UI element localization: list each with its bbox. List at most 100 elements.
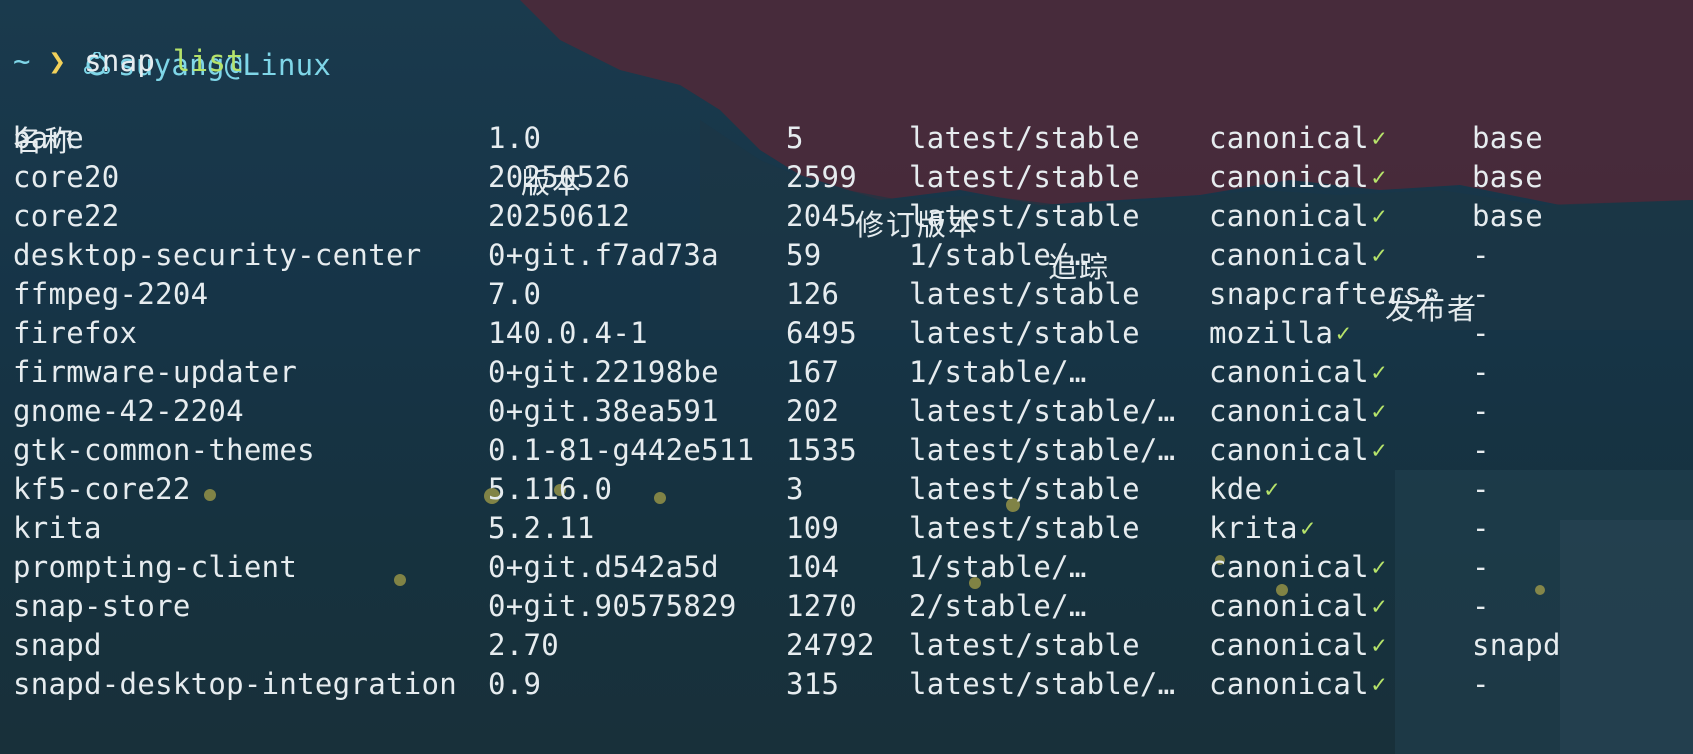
cell-version: 1.0 — [488, 121, 542, 155]
cell-revision: 1270 — [786, 589, 858, 623]
cell-notes: base — [1472, 199, 1544, 233]
cell-notes: - — [1472, 238, 1490, 272]
cell-publisher: canonical — [1209, 433, 1369, 467]
table-row: kf5-core22 5.116.0 3 latest/stable kde ✓ - — [13, 468, 1693, 510]
verified-check-icon: ✓ — [1371, 670, 1387, 698]
cell-notes: - — [1472, 394, 1490, 428]
cell-name: bare — [13, 121, 85, 155]
cell-version: 0.1-81-g442e511 — [488, 433, 755, 467]
cell-notes: - — [1472, 316, 1490, 350]
verified-check-icon: ✓ — [1300, 514, 1315, 542]
cell-revision: 3 — [786, 472, 804, 506]
cell-tracking: 1/stable/… — [909, 550, 1087, 584]
cell-version: 5.116.0 — [488, 472, 613, 506]
cell-tracking: latest/stable — [909, 511, 1140, 545]
cell-publisher: canonical — [1209, 550, 1369, 584]
table-row: desktop-security-center 0+git.f7ad73a 59 1/… — [13, 234, 1693, 276]
cell-revision: 104 — [786, 550, 840, 584]
table-header-row: 名称 版本 修订版本 追踪 发布者 — [13, 78, 1693, 326]
terminal-output: suyang@Linux ~ ❯ snap list 名称 版本 修订版本 追踪… — [0, 0, 1693, 754]
prompt-arrow-icon: ❯ — [48, 44, 67, 78]
prompt-line-user: suyang@Linux — [13, 2, 331, 82]
cell-revision: 315 — [786, 667, 840, 701]
cell-revision: 167 — [786, 355, 840, 389]
cell-revision: 2599 — [786, 160, 858, 194]
cell-tracking: 1/stable/… — [909, 238, 1087, 272]
cell-version: 2.70 — [488, 628, 560, 662]
cell-version: 0+git.90575829 — [488, 589, 737, 623]
verified-check-icon: ✓ — [1371, 358, 1387, 386]
cell-revision: 24792 — [786, 628, 875, 662]
cell-version: 20250612 — [488, 199, 631, 233]
cell-name: desktop-security-center — [13, 238, 422, 272]
cell-tracking: 2/stable/… — [909, 589, 1087, 623]
cell-version: 0+git.22198be — [488, 355, 719, 389]
cell-notes: - — [1472, 433, 1490, 467]
cell-notes: - — [1472, 277, 1490, 311]
table-row: snap-store 0+git.90575829 1270 2/stable/… ca… — [13, 585, 1693, 627]
cell-revision: 126 — [786, 277, 840, 311]
command-argument: list — [172, 44, 244, 78]
command-name: snap — [84, 44, 156, 78]
verified-check-icon: ✓ — [1264, 475, 1280, 503]
cell-revision: 202 — [786, 394, 840, 428]
table-row: snapd 2.70 24792 latest/stable canonical ✓ sna… — [13, 624, 1693, 666]
cell-publisher: canonical — [1209, 121, 1369, 155]
star-badge-icon: ✪ — [1425, 281, 1439, 306]
cell-publisher: mozilla — [1209, 316, 1334, 350]
table-row: core22 20250612 2045 latest/stable canonical… — [13, 195, 1693, 237]
cell-name: krita — [13, 511, 102, 545]
cell-revision: 59 — [786, 238, 822, 272]
verified-check-icon: ✓ — [1371, 163, 1387, 191]
cell-notes: base — [1472, 121, 1544, 155]
cell-version: 140.0.4-1 — [488, 316, 648, 350]
cell-publisher: canonical — [1209, 238, 1369, 272]
cell-publisher: canonical — [1209, 394, 1369, 428]
verified-check-icon: ✓ — [1371, 397, 1387, 425]
cell-tracking: latest/stable — [909, 160, 1140, 194]
cell-publisher: canonical — [1209, 667, 1369, 701]
verified-check-icon: ✓ — [1371, 202, 1387, 230]
cell-notes: - — [1472, 472, 1490, 506]
table-row: gtk-common-themes 0.1-81-g442e511 1535 late… — [13, 429, 1693, 471]
cell-tracking: latest/stable — [909, 121, 1140, 155]
cell-tracking: latest/stable/… — [909, 667, 1176, 701]
cell-revision: 6495 — [786, 316, 858, 350]
cell-revision: 109 — [786, 511, 840, 545]
verified-check-icon: ✓ — [1371, 436, 1387, 464]
table-row: gnome-42-2204 0+git.38ea591 202 latest/stab… — [13, 390, 1693, 432]
cell-notes: base — [1472, 160, 1544, 194]
cell-name: ffmpeg-2204 — [13, 277, 209, 311]
cell-publisher: canonical — [1209, 589, 1369, 623]
cell-name: snapd — [13, 628, 102, 662]
table-row: bare 1.0 5 latest/stable canonical ✓ base — [13, 117, 1693, 159]
cell-name: kf5-core22 — [13, 472, 191, 506]
table-row: core20 20250526 2599 latest/stable canonical… — [13, 156, 1693, 198]
verified-check-icon: ✓ — [1371, 631, 1387, 659]
verified-check-icon: ✓ — [1371, 241, 1387, 269]
cell-tracking: latest/stable — [909, 277, 1140, 311]
cell-version: 5.2.11 — [488, 511, 595, 545]
cell-version: 7.0 — [488, 277, 542, 311]
cell-notes: - — [1472, 667, 1490, 701]
cell-version: 0+git.d542a5d — [488, 550, 719, 584]
cell-tracking: latest/stable — [909, 199, 1140, 233]
cell-notes: - — [1472, 355, 1490, 389]
cell-revision: 1535 — [786, 433, 858, 467]
table-row: firmware-updater 0+git.22198be 167 1/stable… — [13, 351, 1693, 393]
cell-publisher: canonical — [1209, 355, 1369, 389]
cell-version: 0+git.f7ad73a — [488, 238, 719, 272]
cell-version: 0.9 — [488, 667, 542, 701]
cell-notes: - — [1472, 550, 1490, 584]
cell-publisher: kde — [1209, 472, 1263, 506]
cell-notes: - — [1472, 589, 1490, 623]
cell-revision: 5 — [786, 121, 804, 155]
cell-version: 0+git.38ea591 — [488, 394, 719, 428]
prompt-cwd: ~ — [13, 44, 31, 78]
cell-name: firmware-updater — [13, 355, 298, 389]
table-row: krita 5.2.11 109 latest/stable krita ✓ - — [13, 507, 1693, 549]
verified-check-icon: ✓ — [1371, 592, 1387, 620]
cell-name: core20 — [13, 160, 120, 194]
verified-check-icon: ✓ — [1371, 124, 1387, 152]
table-row: snapd-desktop-integration 0.9 315 latest/st… — [13, 663, 1693, 705]
